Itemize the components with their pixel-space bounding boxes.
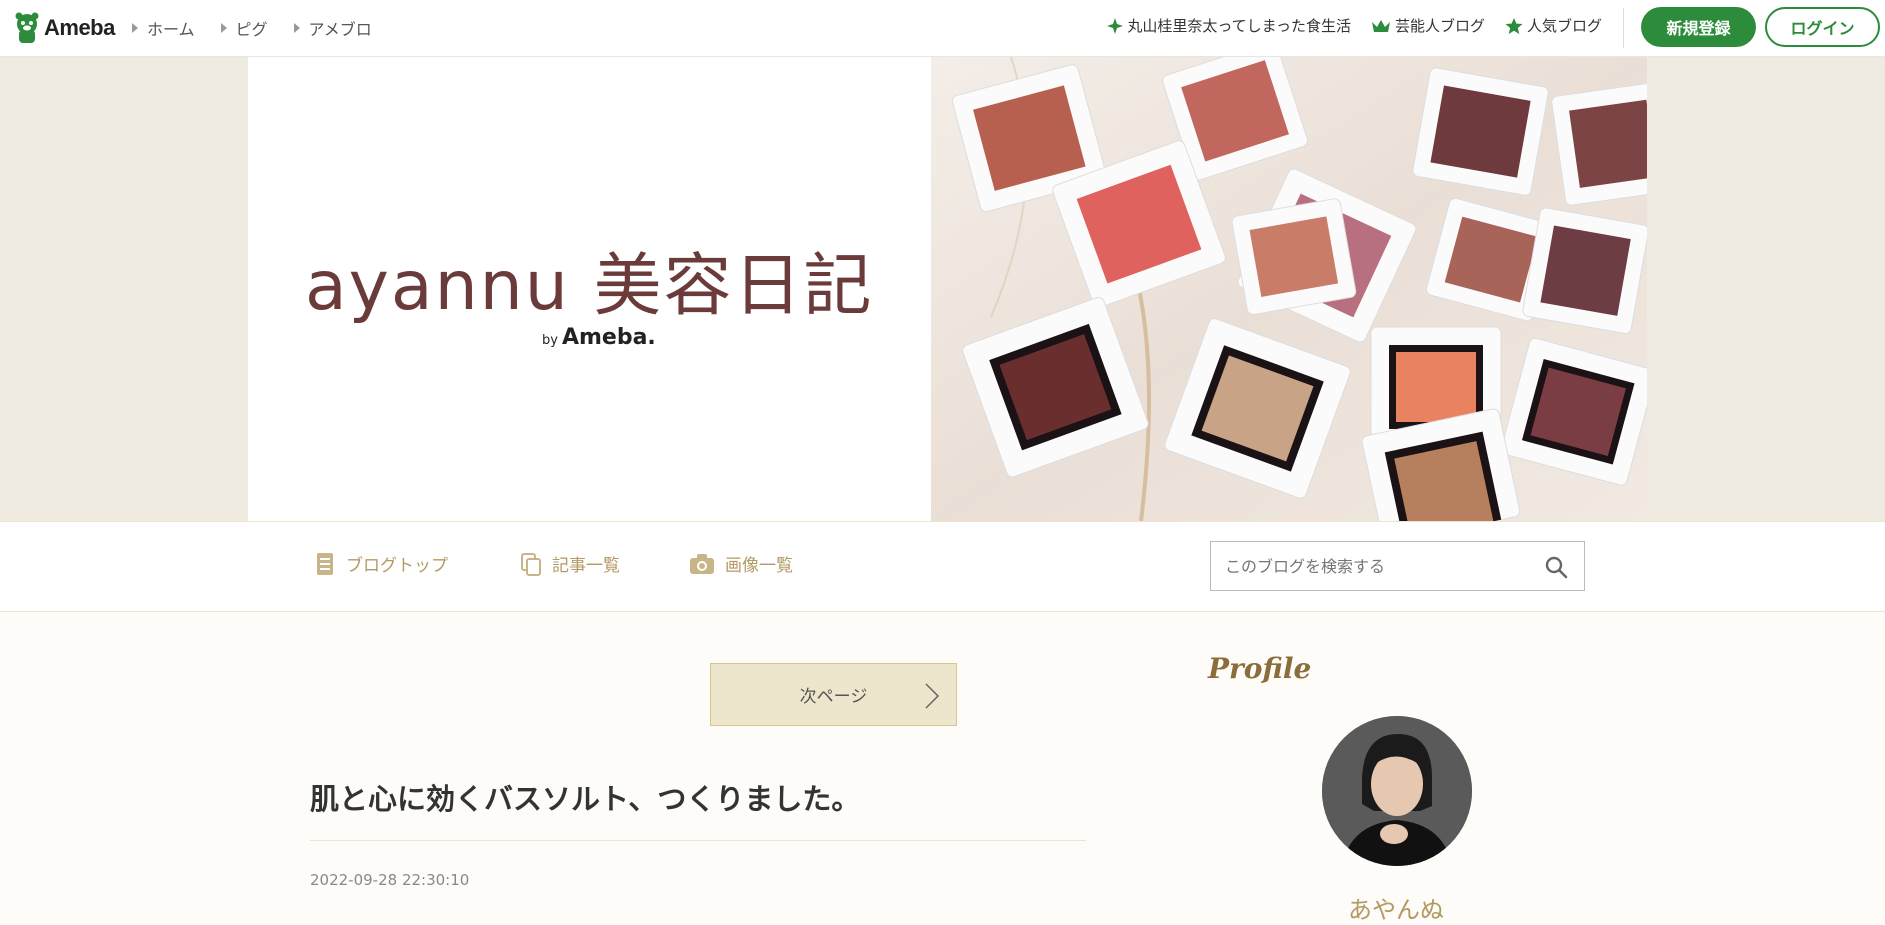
featured-link-label: 丸山桂里奈太ってしまった食生活 (1127, 17, 1351, 35)
triangle-right-icon (132, 23, 138, 33)
breadcrumb-label: ピグ (235, 20, 268, 39)
blog-subtitle: by Ameba. (542, 325, 656, 350)
star-icon (1505, 17, 1523, 34)
blog-navigation-bar (0, 521, 1885, 612)
copy-icon (521, 552, 541, 576)
featured-link-label: 人気ブログ (1526, 17, 1602, 35)
featured-link-popular-blogs[interactable]: 人気ブログ (1505, 15, 1602, 36)
logo-text: Ameba (44, 15, 115, 40)
ameba-mascot-icon (15, 12, 39, 43)
featured-link-trending[interactable]: 丸山桂里奈太ってしまった食生活 (1107, 15, 1351, 36)
blog-search-box (1210, 541, 1585, 591)
nav-label: 記事一覧 (552, 556, 620, 576)
breadcrumb-label: ホーム (147, 20, 195, 39)
article-title-divider (310, 840, 1086, 841)
next-page-button[interactable]: 次ページ (710, 663, 957, 726)
featured-links: 丸山桂里奈太ってしまった食生活 芸能人ブログ 人気ブログ (1107, 15, 1602, 36)
breadcrumb-label: アメブロ (308, 20, 372, 39)
top-navigation-bar: Ameba ホーム ピグ アメブロ 丸山桂里奈太ってしまった食生活 芸能人ブログ… (0, 0, 1885, 57)
nav-label: 画像一覧 (725, 556, 793, 576)
nav-blog-top[interactable]: ブログトップ (314, 551, 448, 576)
nav-label: ブログトップ (346, 556, 448, 576)
signup-button[interactable]: 新規登録 (1641, 7, 1756, 47)
profile-heading: Profile (1208, 652, 1312, 685)
search-input[interactable] (1211, 542, 1511, 590)
brand-label: Ameba. (561, 325, 656, 350)
breadcrumb-pigg[interactable]: ピグ (220, 16, 268, 40)
by-label: by (542, 333, 558, 348)
camera-icon (690, 553, 714, 574)
breadcrumb: ホーム ピグ アメブロ (132, 16, 398, 40)
search-button[interactable] (1544, 555, 1568, 583)
next-page-label: 次ページ (799, 687, 868, 707)
crown-icon (1371, 19, 1390, 32)
avatar[interactable] (1322, 716, 1472, 866)
eyeshadow-palettes-image (931, 57, 1647, 521)
avatar-image (1322, 716, 1472, 866)
breadcrumb-home[interactable]: ホーム (132, 16, 195, 40)
triangle-right-icon (220, 23, 227, 33)
profile-name[interactable]: あやんぬ (1348, 890, 1444, 925)
header-cosmetics-photo (931, 57, 1647, 521)
triangle-right-icon (293, 23, 300, 33)
document-icon (317, 552, 333, 575)
article-date: 2022-09-28 22:30:10 (310, 871, 470, 889)
featured-link-celebrity-blogs[interactable]: 芸能人ブログ (1371, 15, 1485, 36)
login-button[interactable]: ログイン (1765, 7, 1880, 47)
blog-title[interactable]: ayannu 美容日記 (305, 230, 874, 329)
divider (1623, 8, 1624, 48)
article-title[interactable]: 肌と心に効くバスソルト、つくりました。 (310, 776, 860, 818)
featured-link-label: 芸能人ブログ (1394, 17, 1485, 35)
sparkle-icon (1107, 17, 1124, 34)
nav-article-list[interactable]: 記事一覧 (520, 551, 620, 576)
chevron-right-icon (925, 683, 940, 709)
search-icon (1545, 556, 1568, 579)
ameba-logo[interactable]: Ameba (14, 10, 115, 46)
nav-image-list[interactable]: 画像一覧 (689, 551, 793, 576)
breadcrumb-ameblo[interactable]: アメブロ (293, 16, 372, 40)
